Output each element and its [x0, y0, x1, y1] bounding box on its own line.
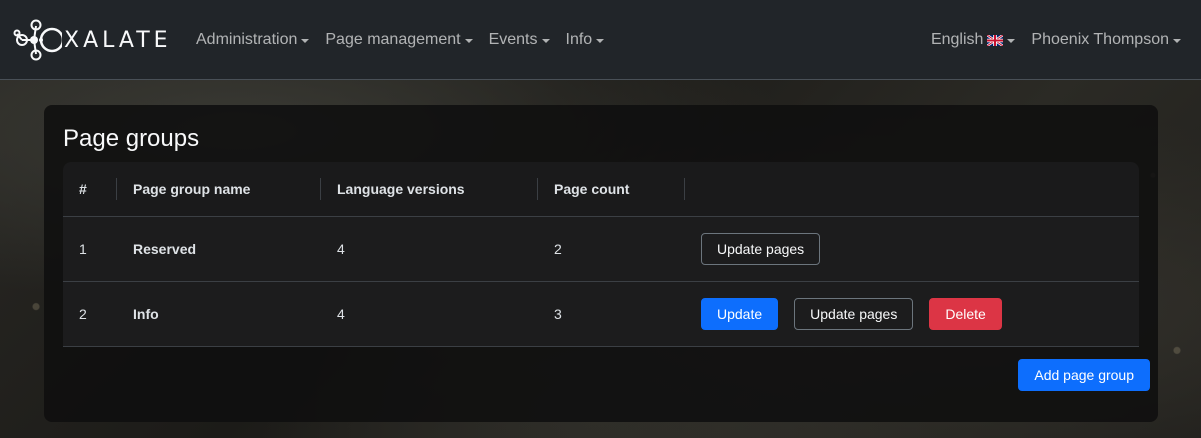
cell-page-count: 2 [554, 240, 562, 257]
column-header-page-count: Page count [538, 162, 685, 216]
caret-down-icon [541, 38, 550, 43]
nav-administration[interactable]: Administration [188, 31, 317, 49]
cell-group-name: Info [133, 305, 159, 322]
cell-language-versions: 4 [337, 305, 345, 322]
uk-flag-icon [987, 34, 1004, 46]
column-header-index: # [63, 162, 117, 216]
nav-events-label: Events [488, 31, 538, 48]
caret-down-icon [301, 38, 310, 43]
cell-actions: Update pages [685, 216, 1139, 281]
update-button[interactable]: Update [701, 297, 779, 330]
column-header-actions [685, 162, 1139, 216]
cell-index: 1 [79, 240, 87, 257]
nav-info-label: Info [565, 31, 593, 48]
page-title: Page groups [63, 125, 200, 152]
nav-administration-label: Administration [196, 31, 298, 48]
main-menu: Administration Page management Events In… [188, 0, 612, 80]
caret-down-icon [596, 38, 605, 43]
brand-name: XALATE [64, 27, 172, 53]
delete-button[interactable]: Delete [929, 297, 1002, 330]
cell-index: 2 [79, 305, 87, 322]
user-menu-area: English Phoenix Thompson [923, 0, 1189, 80]
column-header-language-versions: Language versions [321, 162, 538, 216]
table-row: 2 Info 4 3 Update Update pages Delete [63, 281, 1139, 346]
add-page-group-button[interactable]: Add page group [1018, 359, 1150, 391]
nav-info[interactable]: Info [558, 31, 613, 49]
molecule-logo-icon [13, 19, 62, 61]
column-header-name: Page group name [117, 162, 321, 216]
brand-logo[interactable]: XALATE [12, 16, 172, 64]
top-navbar: XALATE Administration Page management Ev… [0, 0, 1201, 80]
user-dropdown[interactable]: Phoenix Thompson [1023, 31, 1189, 49]
page-groups-table: # Page group name Language versions Page… [63, 162, 1139, 347]
cell-actions: Update Update pages Delete [685, 281, 1139, 346]
nav-page-management-label: Page management [325, 31, 461, 48]
user-name-label: Phoenix Thompson [1031, 31, 1169, 48]
caret-down-icon [1173, 38, 1181, 43]
nav-page-management[interactable]: Page management [317, 31, 480, 49]
page-groups-table-container: # Page group name Language versions Page… [63, 162, 1139, 347]
update-pages-button[interactable]: Update pages [701, 232, 821, 265]
caret-down-icon [464, 38, 473, 43]
page-groups-card: Page groups # Page group name Language v… [44, 105, 1158, 422]
language-label: English [930, 31, 984, 48]
cell-language-versions: 4 [337, 240, 345, 257]
cell-page-count: 3 [554, 305, 562, 322]
table-row: 1 Reserved 4 2 Update pages [63, 216, 1139, 281]
update-pages-button[interactable]: Update pages [794, 297, 914, 330]
nav-events[interactable]: Events [481, 31, 558, 49]
language-selector[interactable]: English [923, 31, 1023, 49]
table-header-row: # Page group name Language versions Page… [63, 162, 1139, 216]
caret-down-icon [1007, 38, 1016, 43]
cell-group-name: Reserved [133, 240, 197, 257]
